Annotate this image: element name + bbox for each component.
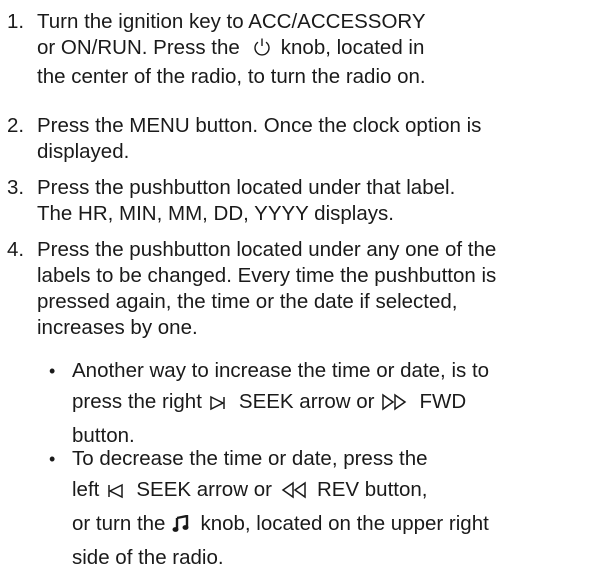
step-number: 4. bbox=[7, 238, 25, 261]
step-text: Press the pushbutton located under that … bbox=[37, 175, 585, 227]
seek-right-icon bbox=[209, 392, 229, 418]
step-line: or ON/RUN. Press the knob, located in bbox=[37, 35, 585, 64]
step-line-part: or ON/RUN. Press the bbox=[37, 36, 240, 59]
step-line: the center of the radio, to turn the rad… bbox=[37, 65, 426, 88]
bullet-line-part: left bbox=[72, 478, 100, 501]
step-text: Press the pushbutton located under any o… bbox=[37, 237, 585, 341]
bullet-line-part: knob, located on the upper right bbox=[200, 512, 489, 535]
step-number: 3. bbox=[7, 176, 25, 199]
bullet-symbol: • bbox=[49, 361, 56, 381]
step-line: Press the pushbutton located under any o… bbox=[37, 238, 497, 261]
bullet-symbol: • bbox=[49, 449, 56, 469]
instruction-document: 1. Turn the ignition key to ACC/ACCESSOR… bbox=[0, 0, 589, 571]
bullet-line-part: SEEK arrow or bbox=[136, 478, 272, 501]
step-line: labels to be changed. Every time the pus… bbox=[37, 264, 497, 287]
bullet-line: side of the radio. bbox=[72, 546, 224, 569]
step-line: Press the pushbutton located under that … bbox=[37, 176, 456, 199]
bullet-line: To decrease the time or date, press the bbox=[72, 447, 428, 470]
step-number: 1. bbox=[7, 10, 25, 33]
step-number: 2. bbox=[7, 114, 25, 137]
bullet-line: Another way to increase the time or date… bbox=[72, 359, 490, 382]
music-note-icon bbox=[172, 514, 190, 540]
bullet-text: To decrease the time or date, press the … bbox=[72, 446, 585, 571]
seek-left-icon bbox=[106, 480, 126, 506]
bullet-line-part: SEEK arrow or bbox=[238, 390, 375, 413]
step-line: increases by one. bbox=[37, 316, 198, 339]
bullet-line: press the right SEEK arrow or FWD bbox=[72, 389, 585, 418]
bullet-line: left SEEK arrow or REV button, bbox=[72, 477, 585, 506]
bullet-line-part: FWD bbox=[419, 390, 467, 413]
step-line: pressed again, the time or the date if s… bbox=[37, 290, 458, 313]
bullet-line: or turn the knob, located on the upper ri… bbox=[72, 511, 585, 540]
step-line-part: knob, located in bbox=[280, 36, 425, 59]
step-line: displayed. bbox=[37, 140, 130, 163]
step-text: Turn the ignition key to ACC/ACCESSORY o… bbox=[37, 9, 585, 90]
step-text: Press the MENU button. Once the clock op… bbox=[37, 113, 585, 165]
step-line: Turn the ignition key to ACC/ACCESSORY bbox=[37, 10, 426, 33]
step-line: The HR, MIN, MM, DD, YYYY displays. bbox=[37, 202, 394, 225]
fast-forward-icon bbox=[381, 392, 409, 418]
bullet-line-part: press the right bbox=[72, 390, 202, 413]
bullet-line-part: or turn the bbox=[72, 512, 166, 535]
power-icon bbox=[252, 37, 272, 64]
step-line: Press the MENU button. Once the clock op… bbox=[37, 114, 482, 137]
bullet-line-part: REV button, bbox=[316, 478, 428, 501]
rewind-icon bbox=[279, 480, 307, 506]
bullet-text: Another way to increase the time or date… bbox=[72, 358, 585, 449]
